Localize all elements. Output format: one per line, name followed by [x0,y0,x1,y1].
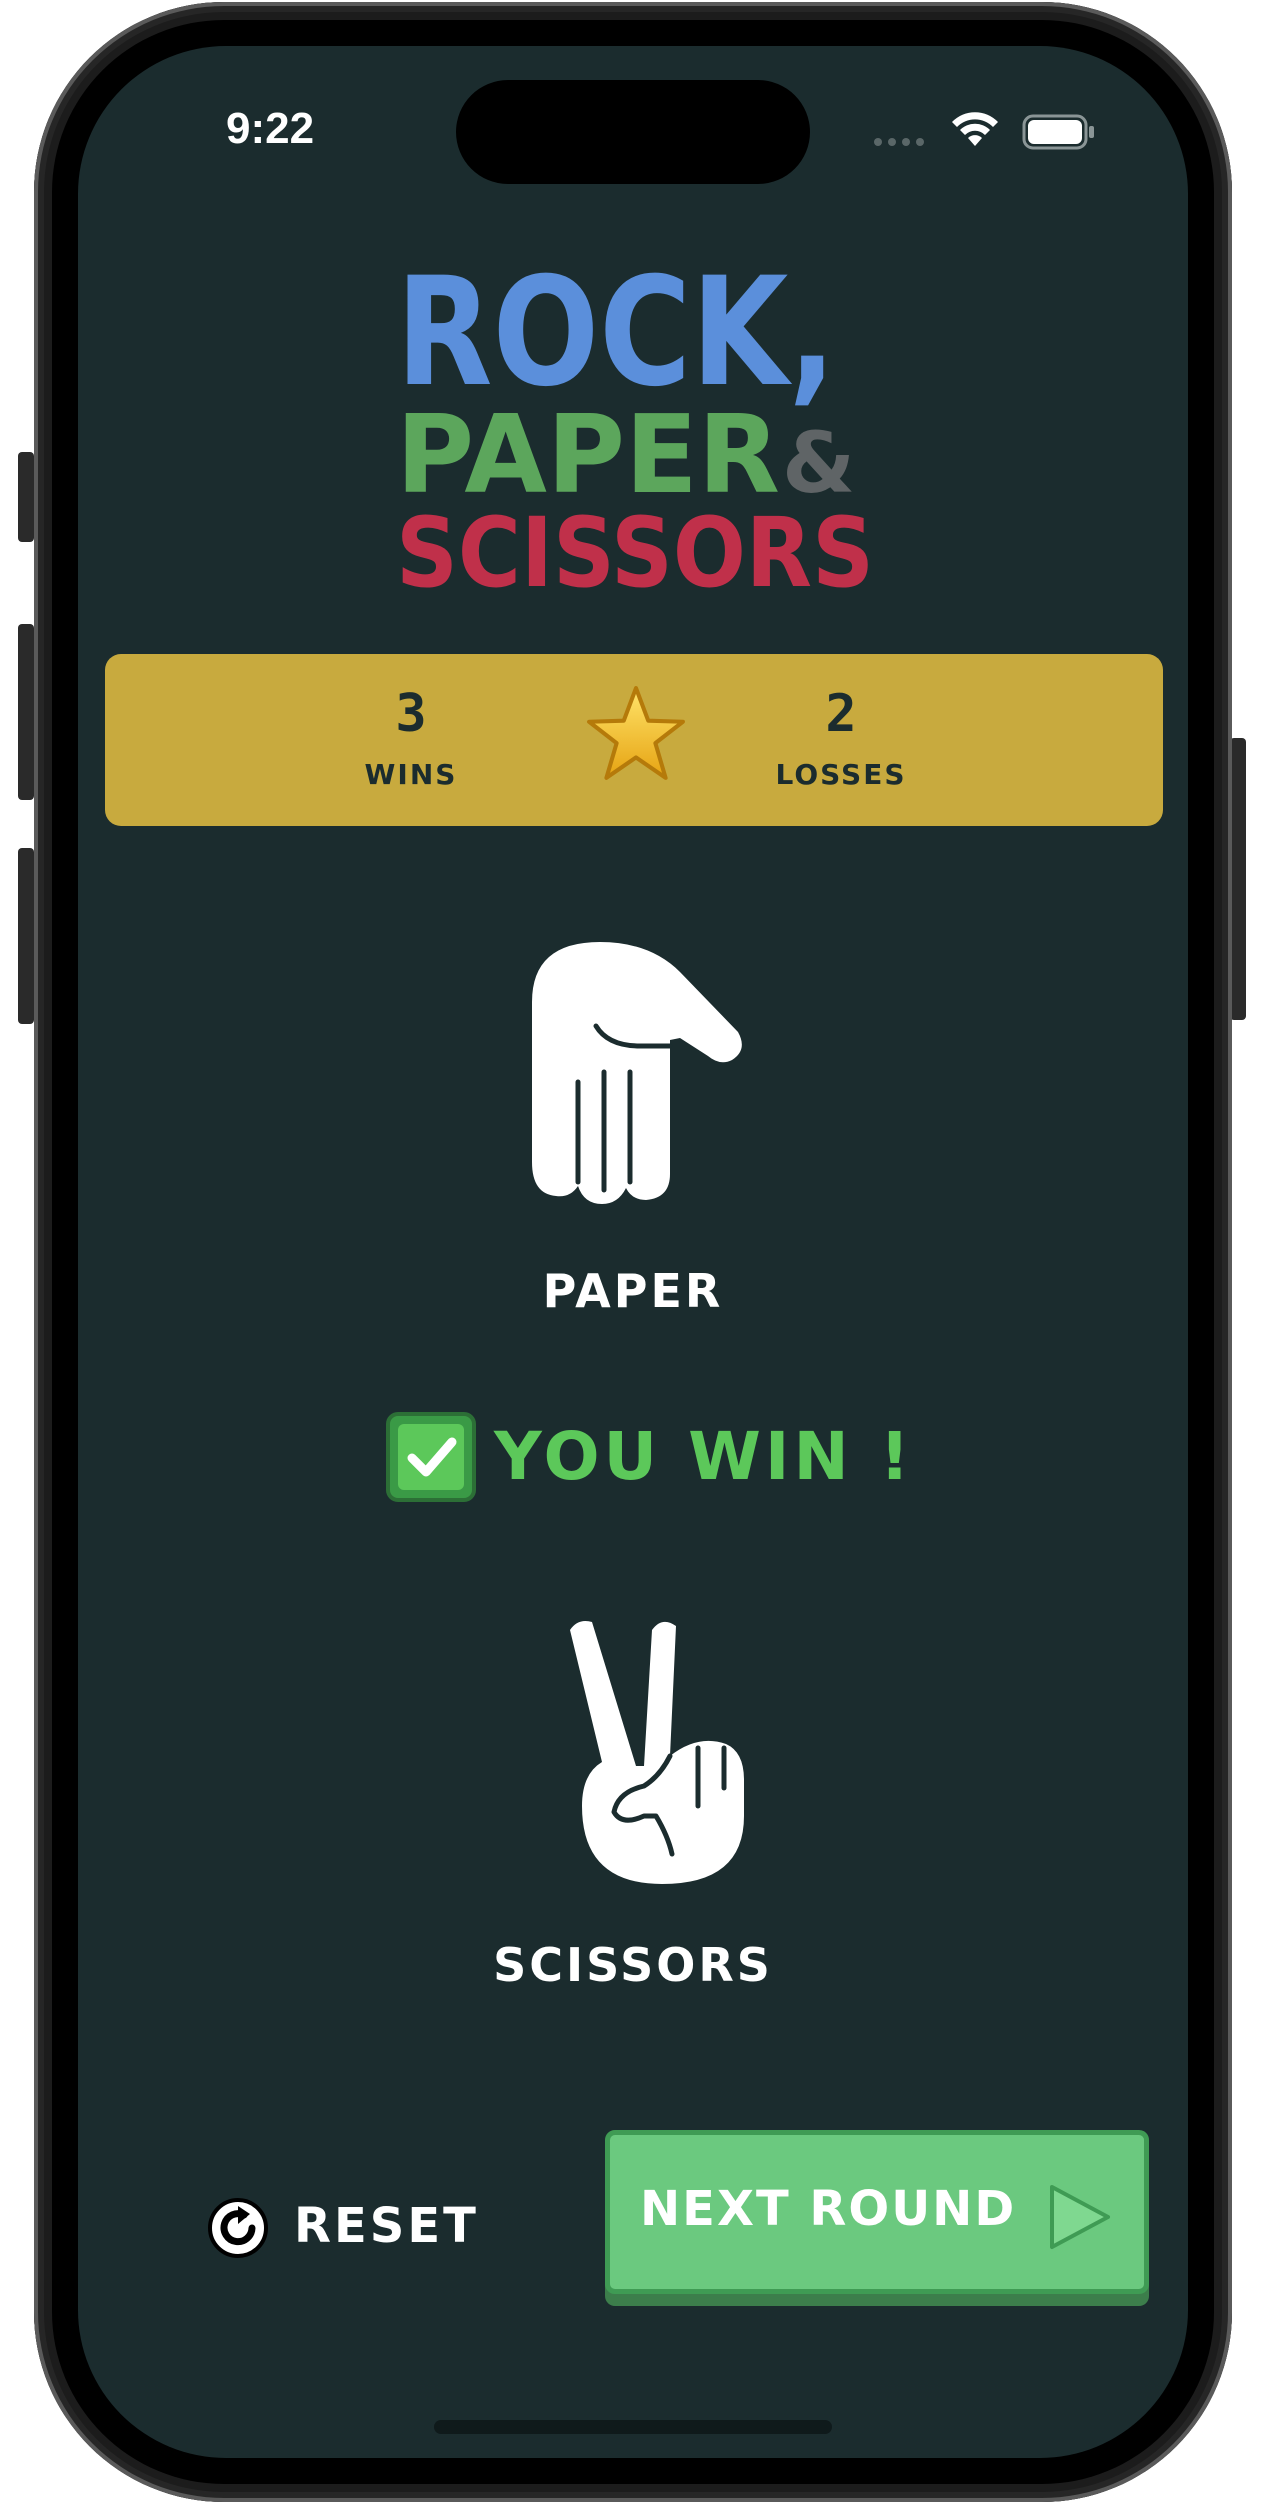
reset-label: RESET [294,2198,479,2254]
status-time: 9:22 [226,104,315,153]
checkbox-check-icon [386,1412,476,1502]
game-logo: ROCK, PAPER & SCISSORS [78,246,1188,636]
battery-icon [1022,114,1094,150]
wins-label: WINS [364,758,458,791]
app-screen: 9:22 ROCK, PAPER & SCISSORS 3 WINS 2 LOS… [78,46,1188,2458]
logo-scissors: SCISSORS [396,497,874,609]
scissors-hand-icon [570,1621,744,1884]
dynamic-island [456,80,810,184]
paper-hand-icon [532,942,742,1204]
next-round-label: NEXT ROUND [640,2181,1017,2237]
star-icon [587,686,685,780]
wifi-icon [952,112,998,146]
losses-label: LOSSES [775,758,907,791]
player-choice-label: PAPER [542,1264,724,1318]
home-indicator [434,2420,832,2434]
volume-down-button [18,848,34,1024]
losses-count: 2 [825,684,857,744]
result-text: YOU WIN ! [494,1418,914,1495]
power-button [1230,738,1246,1020]
cellular-signal-icon [874,138,924,146]
reset-button[interactable]: RESET [204,2190,504,2270]
action-button [18,452,34,542]
volume-up-button [18,624,34,800]
opponent-choice-label: SCISSORS [493,1938,773,1992]
wins-count: 3 [395,684,427,744]
round-result: YOU WIN ! [78,1410,1188,1506]
next-round-button[interactable]: NEXT ROUND [605,2130,1149,2294]
play-icon [1050,2185,1110,2249]
refresh-icon [208,2198,268,2258]
score-panel: 3 WINS 2 LOSSES [105,654,1163,826]
